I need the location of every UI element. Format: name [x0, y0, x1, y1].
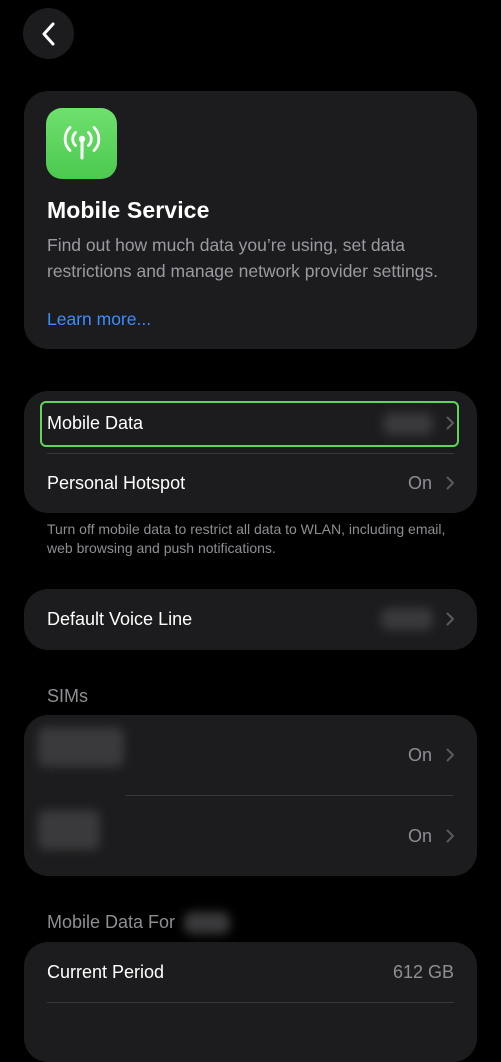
personal-hotspot-row[interactable]: Personal Hotspot On [24, 453, 477, 513]
sim-status-value: On [407, 825, 432, 846]
usage-group: Current Period 612 GB [24, 942, 477, 1062]
default-voice-line-label: Default Voice Line [47, 608, 193, 629]
page-description: Find out how much data you’re using, set… [47, 235, 439, 281]
mobile-data-row[interactable]: Mobile Data [24, 393, 477, 453]
sim-row[interactable]: On [24, 715, 477, 795]
divider [47, 1002, 454, 1003]
personal-hotspot-label: Personal Hotspot [47, 472, 186, 493]
chevron-left-icon [42, 22, 54, 45]
redacted-sim-name [38, 727, 124, 767]
chevron-right-icon [446, 748, 454, 762]
mobile-service-app-icon [46, 108, 117, 179]
chevron-right-icon [446, 416, 454, 430]
data-settings-group: Mobile Data Personal Hotspot On [24, 391, 477, 513]
redacted-value [381, 608, 433, 630]
chevron-right-icon [446, 476, 454, 490]
antenna-signal-icon [63, 125, 100, 159]
default-voice-line-row[interactable]: Default Voice Line [24, 589, 477, 649]
sims-group: On On [24, 715, 477, 876]
mobile-data-footnote: Turn off mobile data to restrict all dat… [47, 521, 446, 556]
sim-row[interactable]: On [24, 796, 477, 876]
learn-more-link[interactable]: Learn more... [47, 309, 151, 330]
sim-status-value: On [407, 744, 432, 765]
mobile-service-header-card: Mobile Service Find out how much data yo… [24, 91, 477, 349]
sims-section-header: SIMs [47, 686, 89, 706]
voice-line-group: Default Voice Line [24, 589, 477, 650]
chevron-right-icon [446, 829, 454, 843]
page-title: Mobile Service [47, 197, 210, 223]
redacted-carrier-name [184, 912, 231, 935]
personal-hotspot-value: On [407, 472, 432, 493]
redacted-sim-name [38, 810, 100, 850]
current-period-value: 612 GB [392, 961, 454, 982]
usage-section-header-label: Mobile Data For [47, 912, 176, 932]
current-period-row: Current Period 612 GB [24, 942, 477, 1002]
chevron-right-icon [446, 612, 454, 626]
mobile-data-label: Mobile Data [47, 412, 144, 433]
usage-section-header: Mobile Data For [47, 912, 231, 935]
redacted-value [383, 413, 433, 435]
back-button[interactable] [23, 8, 74, 59]
current-period-label: Current Period [47, 961, 165, 982]
